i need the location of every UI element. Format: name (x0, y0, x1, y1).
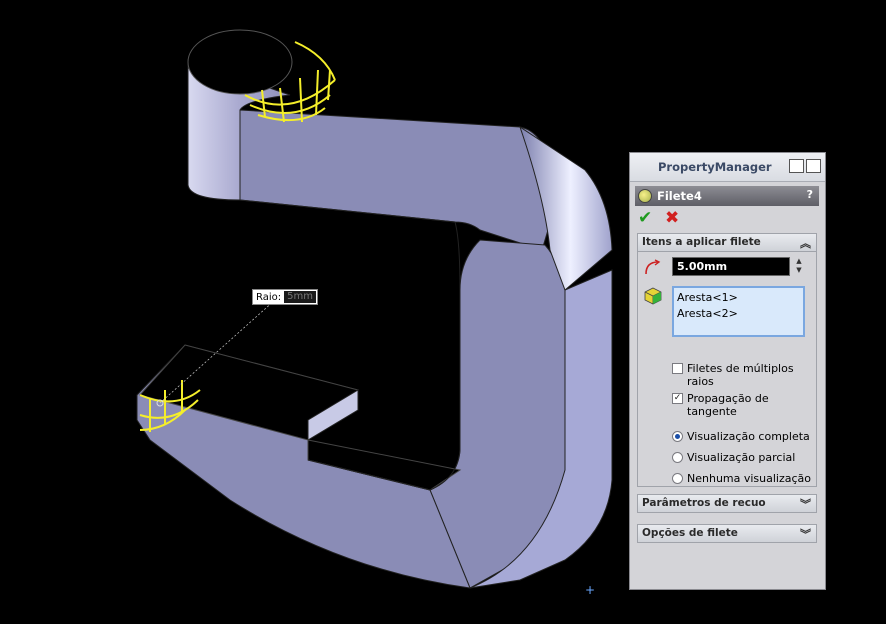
fillet-feature-icon (638, 189, 652, 203)
radius-callout-label: Raio: (256, 291, 282, 303)
radius-callout[interactable]: Raio: 5mm (252, 289, 318, 305)
feature-title-bar: Filete4 ? (635, 186, 819, 206)
action-buttons: ✔ ✖ (630, 206, 825, 230)
preview-none-label: Nenhuma visualização (687, 472, 812, 485)
tangent-propagation-checkbox[interactable]: ✓ (672, 393, 683, 404)
edge-list-item[interactable]: Aresta<2> (677, 306, 800, 322)
close-x-icon[interactable]: ✖ (665, 209, 679, 227)
pin-icon[interactable] (806, 159, 821, 173)
preview-none-radio[interactable] (672, 473, 683, 484)
tangent-propagation-option[interactable]: ✓ Propagação de tangente (672, 392, 769, 418)
radius-icon (645, 259, 661, 275)
fillet-options-title: Opções de filete (642, 527, 738, 539)
preview-none-option[interactable]: Nenhuma visualização (672, 472, 811, 485)
property-manager-header: PropertyManager (630, 153, 825, 182)
preview-full-option[interactable]: Visualização completa (672, 430, 810, 443)
multi-radius-option[interactable]: Filetes de múltiplos raios (672, 362, 816, 388)
setback-parameters-title: Parâmetros de recuo (642, 497, 766, 509)
top-arm-face (239, 109, 552, 251)
preview-full-radio[interactable] (672, 431, 683, 442)
edge-selection-icon (644, 287, 662, 305)
multi-radius-label: Filetes de múltiplos raios (687, 362, 794, 388)
fillet-options-header[interactable]: Opções de filete ︾ (638, 525, 816, 542)
expand-chevron-icon[interactable]: ︾ (800, 496, 811, 512)
edge-list-item[interactable]: Aresta<1> (677, 290, 800, 306)
radius-spinner[interactable]: ▲ ▼ (793, 257, 805, 276)
radius-callout-value[interactable]: 5mm (284, 291, 316, 303)
feature-name: Filete4 (657, 189, 702, 203)
radius-input[interactable]: 5.00mm (672, 257, 790, 276)
top-end-cap (187, 29, 293, 95)
selected-edges-list[interactable]: Aresta<1> Aresta<2> (672, 286, 805, 337)
collapse-chevron-icon[interactable]: ︽ (800, 235, 811, 251)
property-manager-title: PropertyManager (658, 160, 772, 174)
items-to-fillet-group: Itens a aplicar filete ︽ 5.00mm ▲ ▼ Arest… (637, 233, 817, 487)
expand-chevron-icon[interactable]: ︾ (800, 526, 811, 542)
display-options-icon[interactable] (789, 159, 804, 173)
checkmark-icon[interactable]: ✔ (638, 209, 652, 227)
items-to-fillet-title: Itens a aplicar filete (642, 236, 761, 248)
multi-radius-checkbox[interactable] (672, 363, 683, 374)
preview-partial-label: Visualização parcial (687, 451, 796, 464)
fillet-options-group[interactable]: Opções de filete ︾ (637, 524, 817, 543)
crosshair-plus-icon: + (585, 583, 596, 597)
setback-parameters-group[interactable]: Parâmetros de recuo ︾ (637, 494, 817, 513)
preview-full-label: Visualização completa (687, 430, 810, 443)
tangent-propagation-label: Propagação de tangente (687, 392, 769, 418)
preview-partial-option[interactable]: Visualização parcial (672, 451, 795, 464)
setback-parameters-header[interactable]: Parâmetros de recuo ︾ (638, 495, 816, 512)
preview-partial-radio[interactable] (672, 452, 683, 463)
property-manager-panel: PropertyManager Filete4 ? ✔ ✖ Itens a ap… (629, 152, 826, 590)
help-button[interactable]: ? (807, 188, 813, 201)
items-to-fillet-header[interactable]: Itens a aplicar filete ︽ (638, 234, 816, 252)
